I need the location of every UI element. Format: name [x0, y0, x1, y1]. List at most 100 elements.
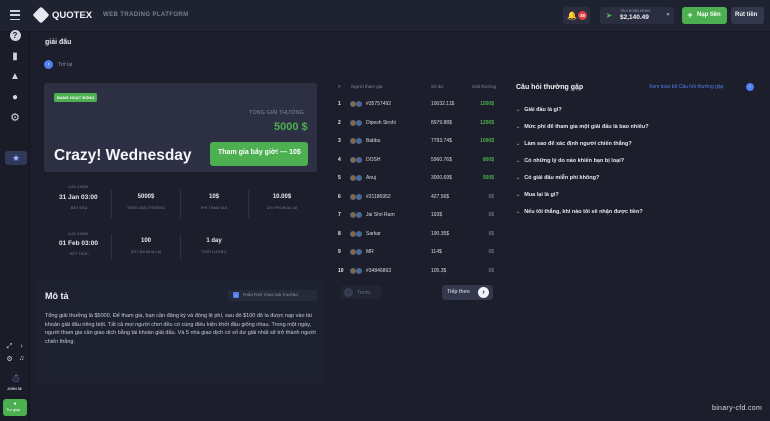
- faq-all-label: Xem toàn bộ Câu hỏi thường gặp: [649, 84, 724, 90]
- participant-name: Dipesh Sirohi: [366, 119, 396, 126]
- stats-divider: [248, 190, 249, 218]
- withdraw-button[interactable]: Rút tiền: [731, 7, 764, 24]
- user-avatar-icon: [356, 101, 362, 107]
- rebuy-count-stat: 100: [140, 238, 151, 244]
- participant-prize: 0$: [488, 230, 494, 237]
- participant-prize: 1200$: [480, 119, 494, 126]
- back-link[interactable]: ‹ Trở lại: [44, 60, 84, 70]
- faq-all-link[interactable]: Xem toàn bộ Câu hỏi thường gặp ›: [649, 83, 755, 92]
- faq-item[interactable]: ⌄ Làm sao để xác định người chiến thắng?: [516, 141, 632, 147]
- participant-name: #35757492: [366, 101, 392, 107]
- user-avatar-icon: [356, 119, 362, 126]
- plus-icon: +: [687, 10, 693, 20]
- top-bar: QUOTEX WEB TRADING PLATFORM 🔔 48 ➤ TÀI K…: [0, 0, 770, 32]
- user-avatar-icon: [356, 267, 362, 274]
- rank: 2: [338, 119, 341, 126]
- tournament-name: Crazy! Wednesday: [54, 147, 192, 164]
- join-label: Tham gia bây giờ! — 10$: [218, 149, 301, 156]
- user-label: JOHN 08: [7, 387, 22, 391]
- lb-header-rank: #: [338, 84, 341, 89]
- participant-prize: 500$: [482, 175, 494, 181]
- total-prize-value: 5000 $: [274, 121, 308, 133]
- notification-count: 48: [578, 11, 587, 20]
- table-row: 9 MR 114$ 0$: [336, 245, 496, 263]
- prize-distribution-button[interactable]: i PHÂN PHỐI TỔNG GIẢI THƯỞNG: [228, 290, 317, 301]
- faq-item[interactable]: ⌄ Mua lại là gì?: [516, 192, 559, 198]
- faq-item[interactable]: ⌄ Có giải đấu miễn phí không?: [516, 175, 599, 181]
- notifications-button[interactable]: 🔔 48: [563, 7, 590, 24]
- faq-item[interactable]: ⌄ Mức phí để tham gia một giải đấu là bao…: [516, 124, 649, 130]
- education-icon[interactable]: ▲: [9, 70, 21, 82]
- participant-balance: 427.56$: [431, 193, 450, 200]
- user-avatar-icon: [356, 175, 362, 181]
- stats-divider: [180, 190, 181, 218]
- duration-stat-label: THỜI LƯỢNG: [201, 250, 227, 254]
- arrow-left-icon: ‹: [44, 60, 53, 69]
- chevron-left-icon: ‹: [344, 288, 353, 297]
- participant-balance: 190.35$: [431, 230, 450, 237]
- table-row: 4 DOSH 5960.76$ 800$: [336, 153, 496, 171]
- deposit-label: Nạp tiền: [697, 12, 721, 18]
- total-prize-stat-label: TỔNG GIẢI THƯỞNG: [126, 206, 166, 210]
- rank: 7: [338, 212, 341, 218]
- join-button[interactable]: Tham gia bây giờ! — 10$: [210, 142, 308, 166]
- description-title: Mô tả: [45, 291, 69, 301]
- chevron-down-icon: ⌄: [516, 124, 521, 130]
- avatar[interactable]: ☃: [9, 372, 22, 385]
- start-date: 31 Jan 03:00: [59, 194, 98, 201]
- faq-question: Nếu tôi thắng, khi nào tôi sẽ nhận được …: [524, 209, 643, 215]
- duration-stat: 1 day: [206, 238, 222, 244]
- faq-item[interactable]: ⌄ Giải đấu là gì?: [516, 107, 562, 113]
- deposit-button[interactable]: + Nạp tiền: [682, 7, 727, 24]
- brand-name: QUOTEX: [52, 10, 93, 21]
- stats-divider: [111, 234, 112, 260]
- prev-label: Trước: [357, 290, 371, 296]
- gear-icon[interactable]: ⚙: [5, 354, 14, 363]
- profile-icon[interactable]: ●: [9, 91, 21, 103]
- settings-icon[interactable]: ⚙: [9, 111, 21, 124]
- faq-question: Có những lý do nào khiến bạn bị loại?: [524, 158, 625, 164]
- tournament-icon[interactable]: ★: [5, 151, 27, 165]
- table-row: 6 #21186952 427.56$ 0$: [336, 190, 496, 208]
- prize-distribution-label: PHÂN PHỐI TỔNG GIẢI THƯỞNG: [243, 293, 299, 297]
- next-page-button[interactable]: Tiếp theo ›: [442, 285, 493, 300]
- faq-item[interactable]: ⌄ Có những lý do nào khiến bạn bị loại?: [516, 158, 624, 164]
- table-row: 7 Jai Shri Ram 193$ 0$: [336, 208, 496, 226]
- sidebar: ? ▮ ▲ ● ⚙ ★ ⤢ › ⚙ ♫ ☃ JOHN 08 ● Trợ giúp: [0, 29, 30, 421]
- chevron-down-icon: ⌄: [516, 158, 521, 164]
- user-avatar-icon: [356, 230, 362, 237]
- help-button[interactable]: ● Trợ giúp: [3, 399, 27, 416]
- chart-icon[interactable]: ▮: [9, 50, 21, 62]
- info-icon: i: [233, 292, 239, 298]
- account-switcher[interactable]: ➤ TÀI KHOẢN DEMO $2,140.49 ▼: [600, 7, 674, 24]
- rebuy-cost-stat: 10.00$: [272, 194, 292, 200]
- description-text: Tổng giải thưởng là $5000. Để tham gia, …: [45, 313, 316, 345]
- page-title: giải đấu: [45, 39, 72, 46]
- participant-prize: 1500$: [480, 101, 494, 107]
- rank: 1: [338, 101, 341, 107]
- participant-balance: 114$: [431, 249, 442, 255]
- paper-plane-icon: ➤: [605, 11, 613, 20]
- help-icon[interactable]: ?: [9, 29, 21, 41]
- chevron-right-icon[interactable]: ›: [17, 342, 26, 351]
- chevron-down-icon: ⌄: [516, 209, 521, 215]
- participant-balance: 5960.76$: [431, 156, 452, 163]
- rank: 10: [338, 267, 344, 274]
- chevron-right-icon: ›: [478, 287, 489, 298]
- participant-name: Babbu: [366, 138, 381, 144]
- fullscreen-icon[interactable]: ⤢: [5, 342, 14, 351]
- participant-prize: 800$: [482, 156, 494, 163]
- menu-icon[interactable]: [9, 10, 21, 20]
- rank: 8: [338, 230, 341, 237]
- participant-name: MR: [366, 249, 374, 255]
- chevron-down-icon: ⌄: [516, 107, 521, 113]
- sound-icon[interactable]: ♫: [17, 354, 26, 363]
- prev-page-button[interactable]: ‹ Trước: [341, 286, 381, 299]
- table-row: 8 Sarkar 190.35$ 0$: [336, 227, 496, 245]
- start-sub: BẮT ĐẦU: [71, 206, 88, 210]
- rebuy-cost-stat-label: CHI PHÍ MUA LẠI: [266, 206, 298, 210]
- rank: 3: [338, 138, 341, 144]
- participant-balance: 7793.74$: [431, 138, 452, 144]
- participant-prize: 1000$: [480, 138, 494, 144]
- faq-item[interactable]: ⌄ Nếu tôi thắng, khi nào tôi sẽ nhận được…: [516, 209, 643, 215]
